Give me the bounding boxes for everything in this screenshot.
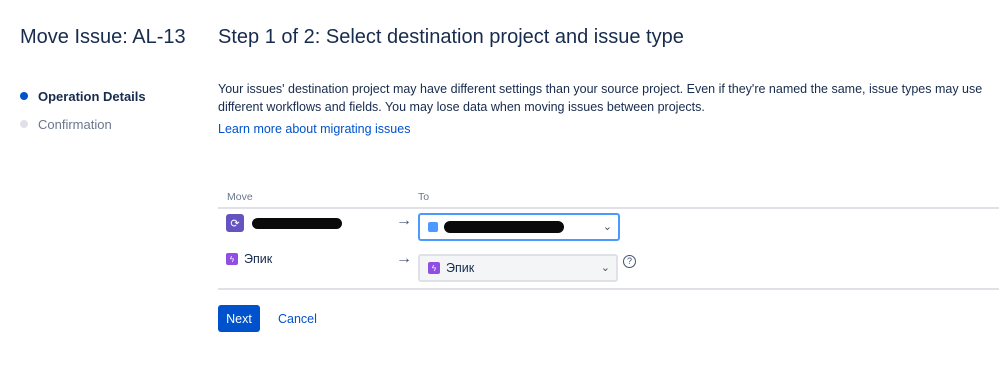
destination-project-value [428,221,564,233]
table-row: ⟳ → ⌄ [218,210,999,250]
destination-issue-type-label: Эпик [446,261,475,275]
step-label: Confirmation [38,116,112,132]
redacted-destination-project [444,221,564,233]
redacted-source-project [252,217,342,229]
step-title: Step 1 of 2: Select destination project … [218,26,684,48]
help-icon[interactable]: ? [623,255,636,268]
column-header-move: Move [227,191,253,203]
step-operation-details: Operation Details [20,86,146,106]
source-issue-type-label: Эпик [244,252,273,266]
epic-icon: ϟ [226,253,238,265]
project-icon: ⟳ [226,214,244,232]
step-confirmation: Confirmation [20,114,146,134]
arrow-right-icon: → [396,212,412,229]
page-title: Move Issue: AL-13 [20,26,186,48]
table-header: Move To [218,189,999,209]
arrow-right-icon: → [396,250,412,267]
destination-issue-type-value: ϟ Эпик [428,261,474,275]
progress-steps: Operation Details Confirmation [20,86,146,142]
column-header-to: To [418,191,430,203]
chevron-down-icon: ⌄ [600,262,610,274]
learn-more-link[interactable]: Learn more about migrating issues [218,122,410,136]
source-project-cell: ⟳ [226,214,342,232]
cancel-button[interactable]: Cancel [272,305,323,332]
project-avatar-icon [428,222,438,232]
table-row: ϟ Эпик → ϟ Эпик ⌄ ? [218,248,999,290]
step-label: Operation Details [38,88,146,104]
destination-issue-type-select[interactable]: ϟ Эпик ⌄ [418,254,618,282]
source-issue-type-cell: ϟ Эпик [226,252,272,266]
destination-project-select[interactable]: ⌄ [418,213,620,241]
active-step-dot-icon [20,92,28,100]
epic-icon: ϟ [428,262,440,274]
next-button[interactable]: Next [218,305,260,332]
chevron-down-icon: ⌄ [602,221,612,233]
description: Your issues' destination project may hav… [218,82,983,114]
inactive-step-dot-icon [20,120,28,128]
